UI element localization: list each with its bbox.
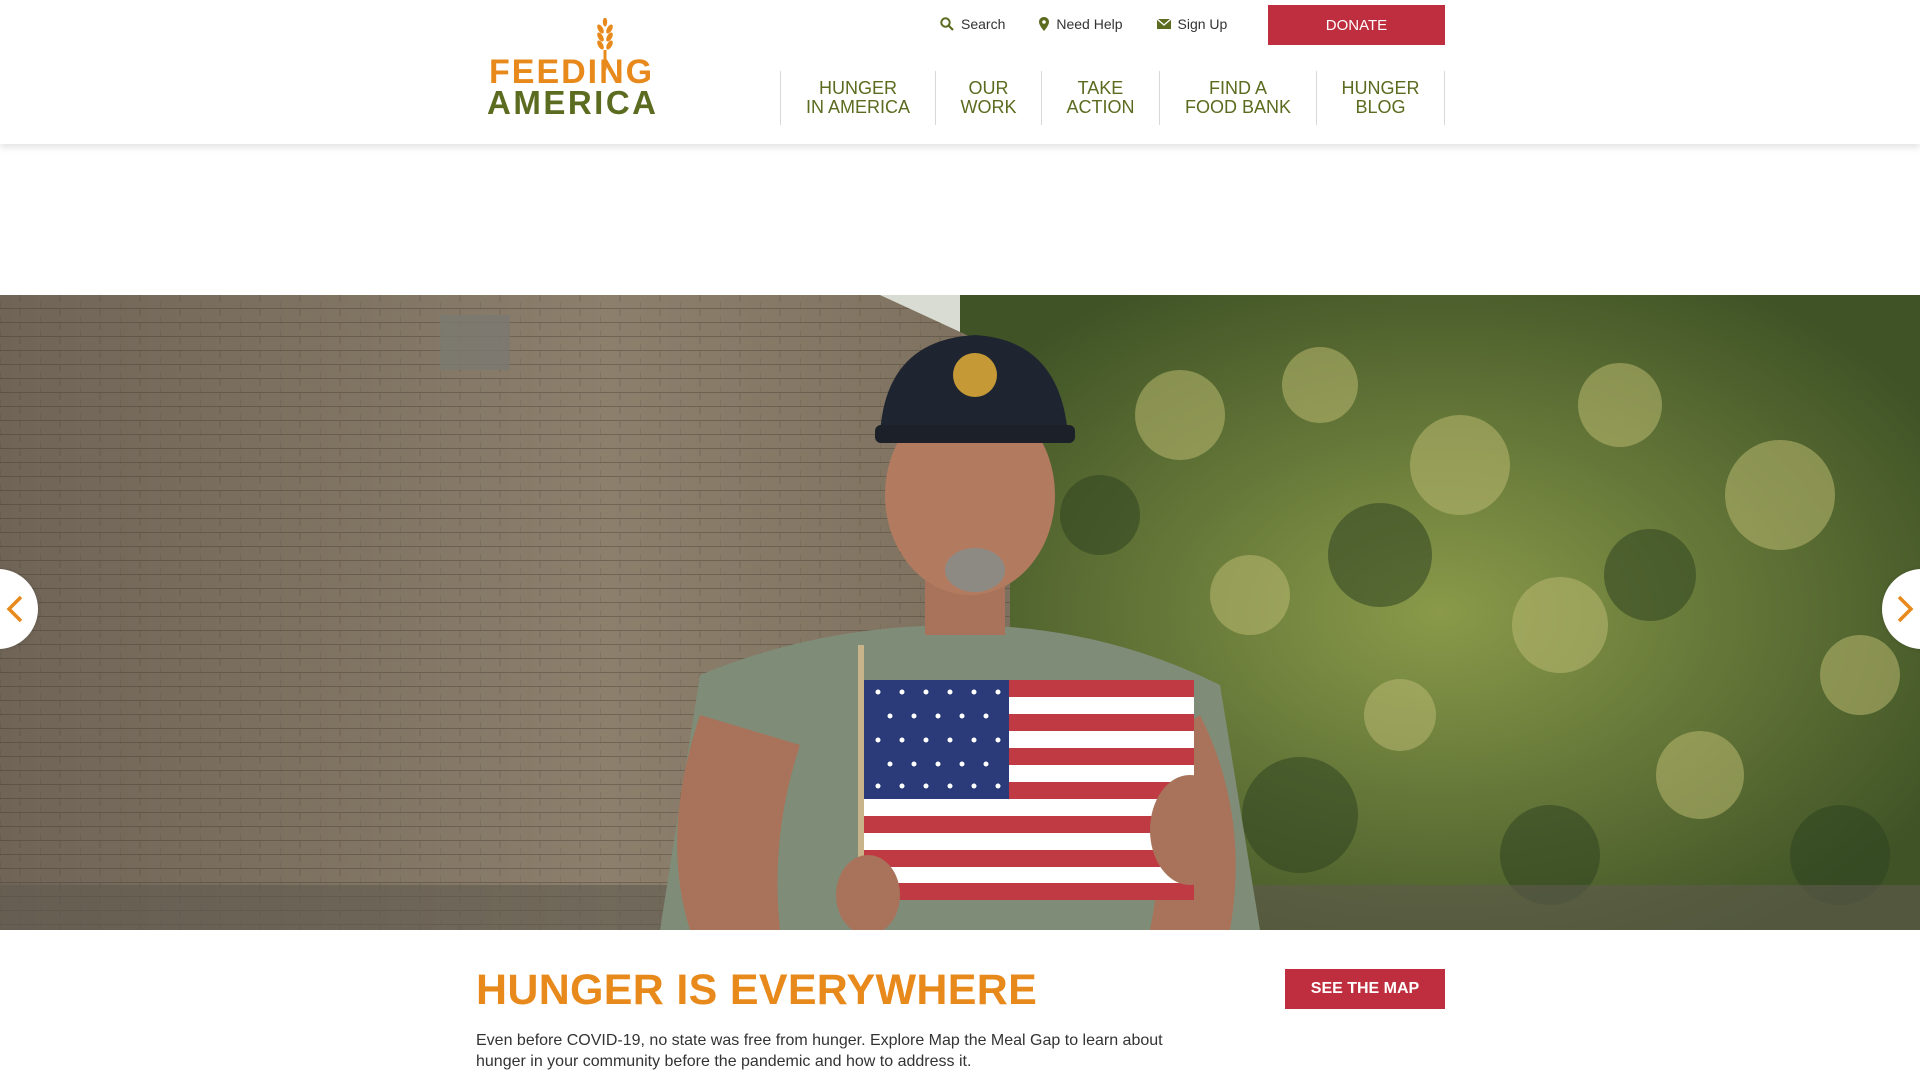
envelope-icon: [1156, 19, 1171, 29]
chevron-right-icon: [1897, 595, 1914, 623]
search-link-label: Search: [961, 16, 1006, 32]
utility-nav: Search Need Help Sign Up: [940, 12, 1261, 36]
see-the-map-button[interactable]: SEE THE MAP: [1285, 969, 1445, 1009]
nav-label-line2: WORK: [960, 97, 1017, 117]
main-nav: HUNGER IN AMERICA OUR WORK TAKE ACTION FIND…: [780, 71, 1445, 125]
hero-carousel-image: [0, 295, 1920, 930]
nav-label-line2: ACTION: [1066, 97, 1135, 117]
page: FEEDING AMERICA Search Need Help Sign Up…: [0, 0, 1920, 1080]
search-icon: [940, 17, 954, 31]
svg-text:AMERICA: AMERICA: [487, 84, 659, 118]
feeding-america-logo[interactable]: FEEDING AMERICA: [484, 18, 674, 118]
callout-text: Even before COVID-19, no state was free …: [476, 1032, 1163, 1070]
nav-label-line2: IN AMERICA: [805, 97, 911, 117]
sign-up-link[interactable]: Sign Up: [1156, 16, 1228, 32]
callout-title: HUNGER IS EVERYWHERE: [476, 966, 1038, 1014]
sign-up-link-label: Sign Up: [1177, 16, 1228, 32]
need-help-link-label: Need Help: [1056, 16, 1123, 32]
nav-label-line1: HUNGER: [818, 78, 897, 98]
nav-hunger-in-america[interactable]: HUNGER IN AMERICA: [781, 71, 936, 125]
nav-label-line2: BLOG: [1355, 97, 1406, 117]
nav-label-line1: HUNGER: [1341, 78, 1420, 98]
hero-photo: [0, 295, 1920, 930]
nav-find-a-food-bank[interactable]: FIND A FOOD BANK: [1160, 71, 1317, 125]
chevron-left-icon: [6, 595, 23, 623]
wheat-icon: FEEDING AMERICA: [487, 18, 659, 118]
nav-label-line1: OUR: [968, 78, 1009, 98]
need-help-link[interactable]: Need Help: [1039, 16, 1123, 32]
nav-label-line2: FOOD BANK: [1184, 97, 1291, 117]
nav-take-action[interactable]: TAKE ACTION: [1042, 71, 1160, 125]
site-header: FEEDING AMERICA Search Need Help Sign Up…: [0, 0, 1920, 144]
nav-label-line1: TAKE: [1077, 78, 1124, 98]
nav-label-line1: FIND A: [1208, 78, 1267, 98]
donate-button[interactable]: DONATE: [1268, 5, 1445, 45]
nav-our-work[interactable]: OUR WORK: [936, 71, 1042, 125]
search-link[interactable]: Search: [940, 16, 1005, 32]
location-pin-icon: [1039, 17, 1050, 31]
nav-hunger-blog[interactable]: HUNGER BLOG: [1317, 71, 1445, 125]
